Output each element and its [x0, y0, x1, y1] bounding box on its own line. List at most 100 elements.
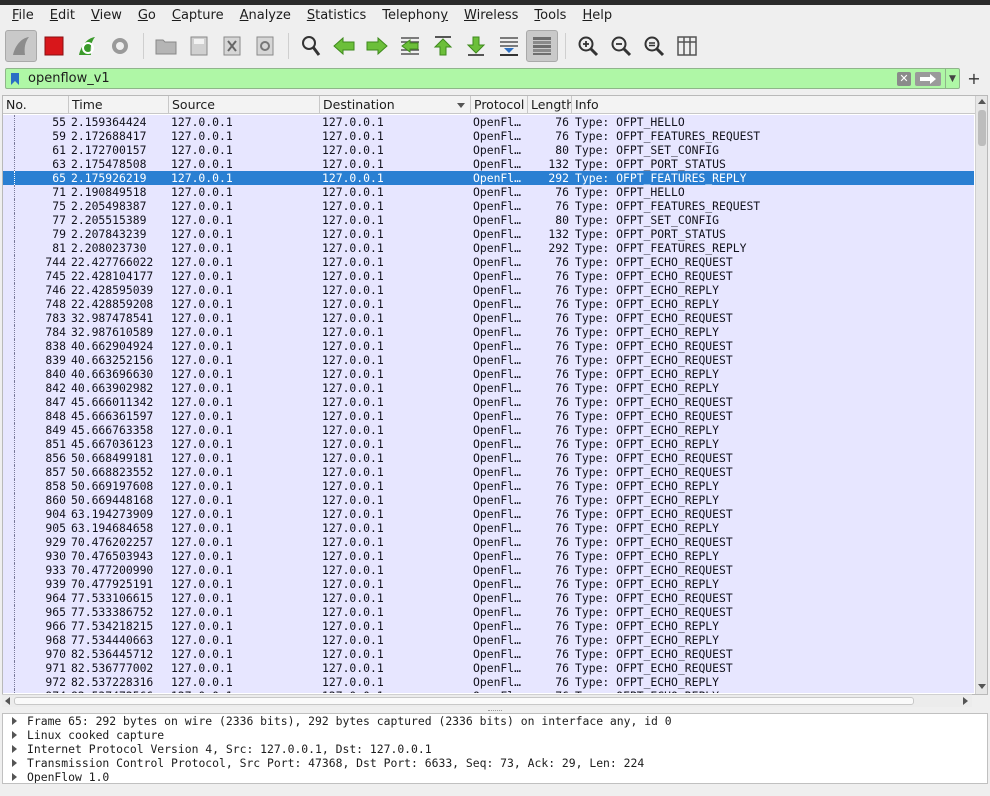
- column-header-no[interactable]: No.: [3, 96, 69, 114]
- normal-size-button[interactable]: [638, 30, 670, 62]
- restart-capture-button[interactable]: [71, 30, 103, 62]
- details-tree-item[interactable]: Linux cooked capture: [3, 728, 987, 742]
- column-header-time[interactable]: Time: [69, 96, 169, 114]
- last-packet-button[interactable]: [460, 30, 492, 62]
- packet-row[interactable]: 748 22.428859208 127.0.0.1 127.0.0.1 OpenFl……: [3, 297, 974, 311]
- packet-row[interactable]: 63 2.175478508 127.0.0.1 127.0.0.1 OpenFl… 13…: [3, 157, 974, 171]
- scroll-up-arrow-icon[interactable]: [978, 99, 986, 104]
- packet-row[interactable]: 842 40.663902982 127.0.0.1 127.0.0.1 OpenFl……: [3, 381, 974, 395]
- packet-row[interactable]: 856 50.668499181 127.0.0.1 127.0.0.1 OpenFl……: [3, 451, 974, 465]
- autoscroll-button[interactable]: [493, 30, 525, 62]
- reload-file-button[interactable]: [249, 30, 281, 62]
- packet-row[interactable]: 838 40.662904924 127.0.0.1 127.0.0.1 OpenFl……: [3, 339, 974, 353]
- packet-row[interactable]: 65 2.175926219 127.0.0.1 127.0.0.1 OpenFl… 29…: [3, 171, 974, 185]
- expand-arrow-icon[interactable]: [12, 731, 17, 739]
- packet-row[interactable]: 745 22.428104177 127.0.0.1 127.0.0.1 OpenFl……: [3, 269, 974, 283]
- menu-capture[interactable]: Capture: [164, 5, 232, 27]
- apply-filter-button[interactable]: [915, 71, 941, 86]
- packet-row[interactable]: 970 82.536445712 127.0.0.1 127.0.0.1 OpenFl……: [3, 647, 974, 661]
- column-header-destination[interactable]: Destination: [320, 96, 471, 114]
- go-to-packet-button[interactable]: [394, 30, 426, 62]
- column-header-length[interactable]: Length: [528, 96, 572, 114]
- packet-row[interactable]: 965 77.533386752 127.0.0.1 127.0.0.1 OpenFl……: [3, 605, 974, 619]
- packet-row[interactable]: 61 2.172700157 127.0.0.1 127.0.0.1 OpenFl… 80…: [3, 143, 974, 157]
- packet-row[interactable]: 55 2.159364424 127.0.0.1 127.0.0.1 OpenFl… 76…: [3, 115, 974, 129]
- close-file-button[interactable]: [216, 30, 248, 62]
- packet-row[interactable]: 839 40.663252156 127.0.0.1 127.0.0.1 OpenFl……: [3, 353, 974, 367]
- stop-capture-button[interactable]: [38, 30, 70, 62]
- display-filter-bar[interactable]: openflow_v1 ✕ ▼: [5, 68, 960, 89]
- zoom-out-button[interactable]: [605, 30, 637, 62]
- menu-tools[interactable]: Tools: [526, 5, 574, 27]
- expand-arrow-icon[interactable]: [12, 773, 17, 781]
- packet-row[interactable]: 849 45.666763358 127.0.0.1 127.0.0.1 OpenFl……: [3, 423, 974, 437]
- scroll-right-arrow-icon[interactable]: [963, 697, 968, 705]
- packet-row[interactable]: 59 2.172688417 127.0.0.1 127.0.0.1 OpenFl… 76…: [3, 129, 974, 143]
- column-header-source[interactable]: Source: [169, 96, 320, 114]
- packet-list-vertical-scrollbar[interactable]: [975, 96, 987, 694]
- menu-help[interactable]: Help: [574, 5, 620, 27]
- go-back-button[interactable]: [328, 30, 360, 62]
- packet-row[interactable]: 933 70.477200990 127.0.0.1 127.0.0.1 OpenFl……: [3, 563, 974, 577]
- packet-row[interactable]: 840 40.663696630 127.0.0.1 127.0.0.1 OpenFl……: [3, 367, 974, 381]
- packet-row[interactable]: 930 70.476503943 127.0.0.1 127.0.0.1 OpenFl……: [3, 549, 974, 563]
- scroll-left-arrow-icon[interactable]: [5, 697, 10, 705]
- packet-details-pane[interactable]: Frame 65: 292 bytes on wire (2336 bits),…: [2, 713, 988, 784]
- menu-analyze[interactable]: Analyze: [232, 5, 299, 27]
- open-file-button[interactable]: [150, 30, 182, 62]
- packet-row[interactable]: 968 77.534440663 127.0.0.1 127.0.0.1 OpenFl……: [3, 633, 974, 647]
- scroll-down-arrow-icon[interactable]: [978, 684, 986, 689]
- menu-statistics[interactable]: Statistics: [299, 5, 374, 27]
- details-tree-item[interactable]: Internet Protocol Version 4, Src: 127.0.…: [3, 742, 987, 756]
- clear-filter-button[interactable]: ✕: [897, 71, 911, 86]
- menu-telephony[interactable]: Telephony: [374, 5, 456, 27]
- packet-row[interactable]: 744 22.427766022 127.0.0.1 127.0.0.1 OpenFl……: [3, 255, 974, 269]
- menu-edit[interactable]: Edit: [42, 5, 83, 27]
- packet-row[interactable]: 79 2.207843239 127.0.0.1 127.0.0.1 OpenFl… 13…: [3, 227, 974, 241]
- scrollbar-thumb[interactable]: [978, 110, 986, 146]
- filter-bookmark-button[interactable]: [6, 69, 24, 88]
- filter-history-dropdown[interactable]: ▼: [945, 69, 959, 88]
- column-header-protocol[interactable]: Protocol: [471, 96, 528, 114]
- details-tree-item[interactable]: OpenFlow 1.0: [3, 770, 987, 783]
- packet-row[interactable]: 75 2.205498387 127.0.0.1 127.0.0.1 OpenFl… 76…: [3, 199, 974, 213]
- display-filter-input[interactable]: openflow_v1: [24, 71, 897, 86]
- add-filter-button[interactable]: +: [964, 69, 984, 89]
- column-header-info[interactable]: Info: [572, 96, 975, 114]
- menu-wireless[interactable]: Wireless: [456, 5, 526, 27]
- capture-options-button[interactable]: [104, 30, 136, 62]
- packet-row[interactable]: 97482.537472566127.0.0.1127.0.0.1OpenFl……: [3, 689, 974, 693]
- details-tree-item[interactable]: Transmission Control Protocol, Src Port:…: [3, 756, 987, 770]
- packet-row[interactable]: 851 45.667036123 127.0.0.1 127.0.0.1 OpenFl……: [3, 437, 974, 451]
- first-packet-button[interactable]: [427, 30, 459, 62]
- packet-list-pane[interactable]: No. Time Source Destination Protocol Len…: [2, 95, 988, 695]
- packet-row[interactable]: 858 50.669197608 127.0.0.1 127.0.0.1 OpenFl……: [3, 479, 974, 493]
- packet-row[interactable]: 964 77.533106615 127.0.0.1 127.0.0.1 OpenFl……: [3, 591, 974, 605]
- scrollbar-thumb[interactable]: [14, 697, 914, 705]
- zoom-in-button[interactable]: [572, 30, 604, 62]
- resize-columns-button[interactable]: [671, 30, 703, 62]
- packet-row[interactable]: 929 70.476202257 127.0.0.1 127.0.0.1 OpenFl……: [3, 535, 974, 549]
- packet-row[interactable]: 848 45.666361597 127.0.0.1 127.0.0.1 OpenFl……: [3, 409, 974, 423]
- start-capture-button[interactable]: [5, 30, 37, 62]
- menu-file[interactable]: File: [4, 5, 42, 27]
- packet-row[interactable]: 860 50.669448168 127.0.0.1 127.0.0.1 OpenFl……: [3, 493, 974, 507]
- packet-row[interactable]: 857 50.668823552 127.0.0.1 127.0.0.1 OpenFl……: [3, 465, 974, 479]
- packet-row[interactable]: 971 82.536777002 127.0.0.1 127.0.0.1 OpenFl……: [3, 661, 974, 675]
- menu-go[interactable]: Go: [130, 5, 164, 27]
- save-file-button[interactable]: [183, 30, 215, 62]
- packet-row[interactable]: 972 82.537228316 127.0.0.1 127.0.0.1 OpenFl……: [3, 675, 974, 689]
- packet-row[interactable]: 784 32.987610589 127.0.0.1 127.0.0.1 OpenFl……: [3, 325, 974, 339]
- expand-arrow-icon[interactable]: [12, 717, 17, 725]
- menu-view[interactable]: View: [83, 5, 130, 27]
- packet-row[interactable]: 847 45.666011342 127.0.0.1 127.0.0.1 OpenFl……: [3, 395, 974, 409]
- splitter-handle[interactable]: [488, 710, 502, 711]
- packet-row[interactable]: 746 22.428595039 127.0.0.1 127.0.0.1 OpenFl……: [3, 283, 974, 297]
- packet-row[interactable]: 71 2.190849518 127.0.0.1 127.0.0.1 OpenFl… 76…: [3, 185, 974, 199]
- packet-row[interactable]: 905 63.194684658 127.0.0.1 127.0.0.1 OpenFl……: [3, 521, 974, 535]
- expand-arrow-icon[interactable]: [12, 759, 17, 767]
- packet-list-horizontal-scrollbar[interactable]: [2, 694, 972, 707]
- find-packet-button[interactable]: [295, 30, 327, 62]
- details-tree-item[interactable]: Frame 65: 292 bytes on wire (2336 bits),…: [3, 714, 987, 728]
- expand-arrow-icon[interactable]: [12, 745, 17, 753]
